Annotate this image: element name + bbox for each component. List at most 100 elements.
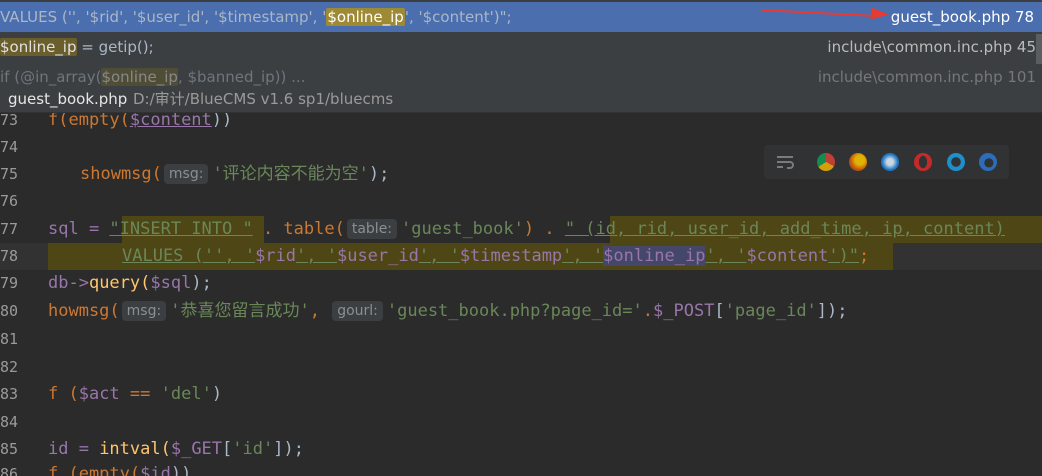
code-token: query( xyxy=(88,273,151,293)
usage-location: include\common.inc.php 45 xyxy=(827,38,1036,56)
firefox-icon[interactable] xyxy=(849,153,867,171)
code-token: '评论内容不能为空' xyxy=(212,164,369,184)
usage-code: if (@in_array($online_ip, $banned_ip)) .… xyxy=(0,68,306,86)
code-line-73: 73 f(empty($content)) xyxy=(0,113,1042,134)
code-token: == xyxy=(119,384,161,404)
code-token: ', ' xyxy=(418,246,460,266)
code-line-86: 86 f (empty($id)) xyxy=(0,461,1042,476)
code-token: f(empty( xyxy=(48,113,130,130)
code-token: ; xyxy=(859,246,870,266)
code-line-77: 77 sql = "INSERT INTO " . table(table:'g… xyxy=(0,216,1042,243)
code-token: f (empty( xyxy=(48,464,141,476)
usage-code: VALUES ('', '$rid', '$user_id', '$timest… xyxy=(0,8,512,26)
code-line-85: 85 id = intval($_GET['id']); xyxy=(0,436,1042,463)
line-number: 77 xyxy=(0,220,19,238)
code-token: $timestamp xyxy=(459,246,563,266)
code-token: $content xyxy=(129,113,212,130)
line-number: 74 xyxy=(0,138,19,156)
line-number: 86 xyxy=(0,465,19,476)
code-token: , xyxy=(309,301,320,321)
code-token: 'del' xyxy=(160,384,212,404)
code-token: ]); xyxy=(273,439,304,459)
code-token: ) xyxy=(211,384,223,404)
chrome-icon[interactable] xyxy=(817,153,835,171)
code-token: )) xyxy=(170,464,192,476)
code-line-76: 76 xyxy=(0,188,1042,215)
code-token: ); xyxy=(191,273,212,293)
code-token: $user_id xyxy=(336,246,419,266)
parameter-hint: msg: xyxy=(121,301,167,321)
browser-preview-toolbar xyxy=(764,145,1009,179)
code-token: ', ' xyxy=(296,246,337,266)
code-token: . xyxy=(642,301,653,321)
code-token: ')" xyxy=(828,246,860,266)
annotation-arrow-head xyxy=(870,7,890,21)
line-number: 73 xyxy=(0,113,19,129)
code-token: '恭喜您留言成功' xyxy=(170,301,310,321)
highlighted-variable: $online_ip xyxy=(603,246,706,266)
code-line-81: 81 xyxy=(0,326,1042,353)
code-token: $content xyxy=(746,246,829,266)
line-number: 79 xyxy=(0,274,19,292)
code-token: VALUES ('', ' xyxy=(122,246,256,266)
parameter-hint: table: xyxy=(346,219,398,239)
line-number: 78 xyxy=(0,247,19,265)
code-token: $act xyxy=(78,384,120,404)
edge-icon[interactable] xyxy=(979,153,997,171)
code-token: showmsg( xyxy=(80,164,162,184)
code-line-84: 84 xyxy=(0,409,1042,436)
ie-icon[interactable] xyxy=(947,153,965,171)
code-token: ', ' xyxy=(705,246,747,266)
code-token: " (id, rid, user_id, add_time, ip, conte… xyxy=(564,219,1005,239)
code-token: [ xyxy=(714,301,725,321)
code-line-83: 83 f ($act == 'del') xyxy=(0,381,1042,408)
code-token: howmsg( xyxy=(48,301,120,321)
usage-location: include\common.inc.php 101 xyxy=(817,68,1036,86)
code-token: ) . xyxy=(523,219,565,239)
code-line-78: 78 VALUES ('', '$rid', '$user_id', '$tim… xyxy=(0,243,1042,270)
code-token: id = xyxy=(48,439,100,459)
code-token: sql = xyxy=(48,219,110,239)
line-number: 82 xyxy=(0,358,19,376)
code-line-82: 82 xyxy=(0,354,1042,381)
code-token: ', ' xyxy=(562,246,604,266)
word-wrap-icon[interactable] xyxy=(776,154,796,170)
line-number: 75 xyxy=(0,165,19,183)
popup-scrollbar[interactable] xyxy=(1036,34,1042,64)
code-token: 'id' xyxy=(232,439,274,459)
code-token: 'guest_book.php?page_id=' xyxy=(386,301,643,321)
code-token: 'page_id' xyxy=(724,301,817,321)
find-usages-popup: VALUES ('', '$rid', '$user_id', '$timest… xyxy=(0,0,1042,86)
usage-row-common-101[interactable]: if (@in_array($online_ip, $banned_ip)) .… xyxy=(0,62,1042,86)
line-number: 80 xyxy=(0,302,19,320)
code-token: $sql xyxy=(150,273,192,293)
opera-icon[interactable] xyxy=(914,153,932,171)
usage-code: $online_ip = getip(); xyxy=(0,38,154,56)
code-token: intval( xyxy=(99,439,171,459)
code-token: $_POST xyxy=(653,301,715,321)
parameter-hint: msg: xyxy=(163,164,209,184)
parameter-hint: gourl: xyxy=(332,301,383,321)
code-token: $_GET xyxy=(170,439,223,459)
code-token: $id xyxy=(140,464,171,476)
file-name: guest_book.php xyxy=(8,90,128,108)
code-token: f ( xyxy=(48,384,79,404)
line-number: 76 xyxy=(0,192,19,210)
code-token: "INSERT INTO " xyxy=(109,219,253,239)
code-token: ]); xyxy=(816,301,848,321)
file-path: D:/审计/BlueCMS v1.6 sp1/bluecms xyxy=(133,90,394,108)
code-token: [ xyxy=(222,439,233,459)
safari-icon[interactable] xyxy=(881,153,899,171)
line-number: 85 xyxy=(0,440,19,458)
code-token: . table( xyxy=(252,219,345,239)
code-token: 'guest_book' xyxy=(401,219,524,239)
line-number: 84 xyxy=(0,413,19,431)
code-line-80: 80 howmsg(msg: '恭喜您留言成功', gourl:'guest_bo… xyxy=(0,298,1042,325)
line-number: 83 xyxy=(0,385,19,403)
code-line-79: 79 db->query($sql); xyxy=(0,270,1042,297)
code-token: db-> xyxy=(48,273,89,293)
usage-location: guest_book.php 78 xyxy=(890,8,1034,26)
usage-row-common-45[interactable]: $online_ip = getip(); include\common.inc… xyxy=(0,32,1042,62)
code-token: )) xyxy=(211,113,233,130)
code-token: $rid xyxy=(255,246,297,266)
